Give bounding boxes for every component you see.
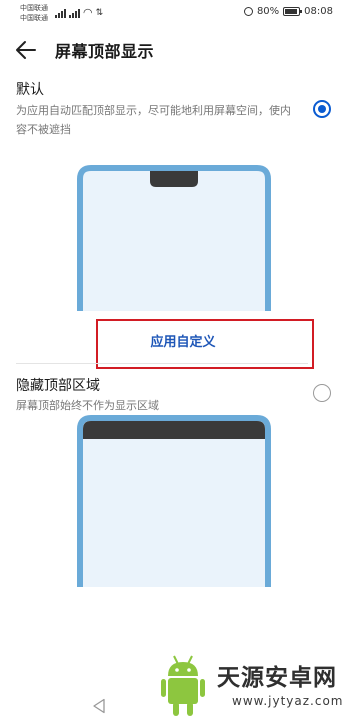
watermark-android-logo (161, 655, 205, 716)
battery-percent: 80% (256, 6, 280, 17)
wifi-icon: ◠ (83, 6, 93, 19)
phone-hidden-top-illustration (77, 415, 271, 587)
divider (16, 363, 308, 364)
option-default-title[interactable]: 默认 (16, 79, 44, 99)
option-default-radio[interactable] (313, 100, 331, 118)
option-hide-top-description: 屏幕顶部始终不作为显示区域 (16, 399, 159, 412)
alarm-icon (243, 7, 253, 16)
watermark-site-name: 天源安卓网 (217, 665, 337, 691)
app-custom-label[interactable]: 应用自定义 (98, 331, 268, 350)
signal-icon (69, 9, 80, 18)
status-right: 80% 08:08 (243, 6, 333, 17)
option-hide-top-title[interactable]: 隐藏顶部区域 (16, 375, 100, 395)
network-icons: ◠ ⇅ (55, 6, 104, 19)
data-icon: ⇅ (95, 8, 104, 18)
battery-icon (283, 7, 303, 16)
option-default-description: 为应用自动匹配顶部显示，尽可能地利用屏幕空间，使内容不被遮挡 (16, 104, 291, 136)
radio-selected-dot (318, 105, 326, 113)
watermark-site-url: www.jytyaz.com (232, 694, 344, 708)
back-arrow-icon[interactable] (13, 37, 39, 63)
nav-back-icon[interactable] (92, 698, 106, 714)
app-custom-popup[interactable]: 应用自定义 (96, 319, 314, 369)
phone-notch-illustration (77, 165, 271, 311)
status-bar: 中国联通 中国联通 ◠ ⇅ 80% 08:08 (0, 0, 350, 26)
clock: 08:08 (304, 6, 333, 17)
page-title: 屏幕顶部显示 (55, 42, 155, 61)
signal-icon (55, 9, 66, 18)
carrier-1: 中国联通 (20, 4, 48, 12)
carrier-2: 中国联通 (20, 14, 48, 22)
carrier-labels: 中国联通 中国联通 (20, 3, 48, 23)
option-hide-top-radio[interactable] (313, 384, 331, 402)
